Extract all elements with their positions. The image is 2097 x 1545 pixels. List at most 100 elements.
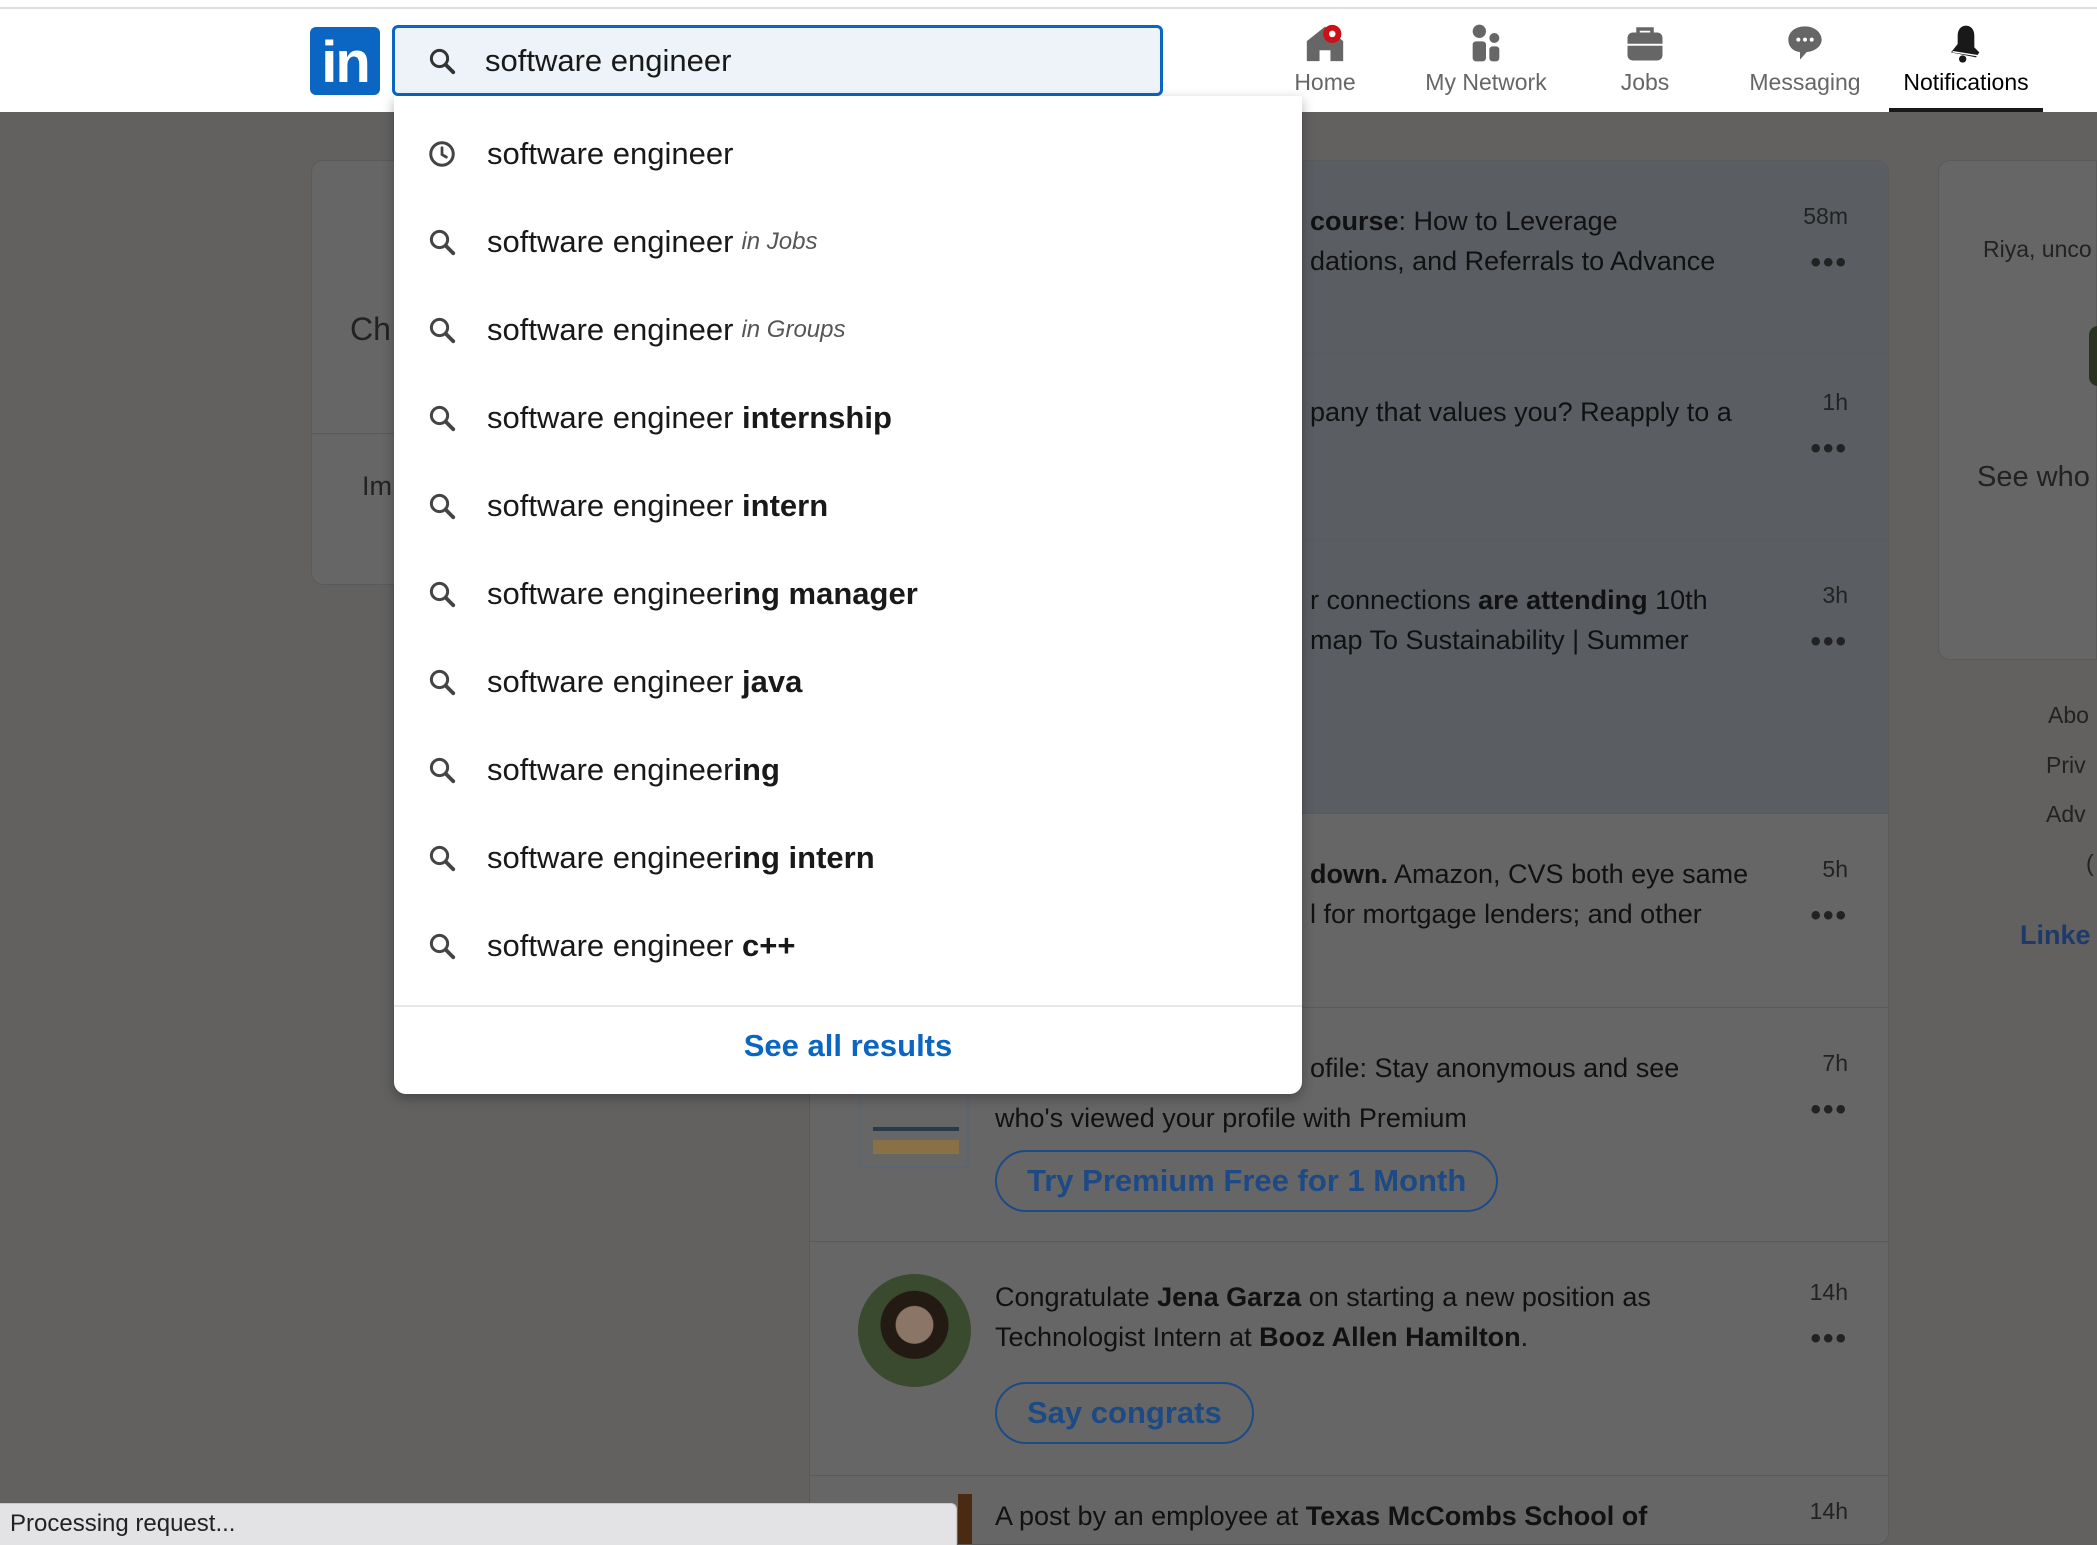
suggestion-text: software engineer [487,664,743,699]
notification-item[interactable]: A post by an employee at Texas McCombs S… [810,1476,1888,1544]
search-input[interactable] [485,42,1085,79]
search-icon [429,933,456,960]
suggestion-completion: java [742,664,803,699]
search-suggestion[interactable]: software engineer ing [394,726,1302,814]
suggestion-context: in Jobs [741,228,818,255]
notification-text: A post by an employee at [995,1501,1306,1531]
divider [394,1005,1302,1007]
nav-jobs[interactable]: Jobs [1565,9,1725,112]
more-options-icon[interactable]: ••• [1810,1322,1848,1356]
suggestion-completion: ing manager [733,576,918,611]
notification-text-bold: course [1310,206,1399,236]
suggestion-text: software engineer [487,400,743,435]
suggestion-completion: ing [733,752,780,787]
home-icon [1306,24,1344,62]
window-top-border [0,0,2097,9]
notification-time: 7h [1822,1050,1848,1076]
search-suggestion[interactable]: software engineer intern [394,462,1302,550]
search-suggestion[interactable]: software engineer [394,110,1302,198]
suggestion-text: software engineer [487,312,734,347]
notification-text: 10th [1647,585,1708,615]
notification-time: 3h [1822,582,1848,608]
nav-label: Messaging [1749,69,1861,95]
search-icon [429,229,456,256]
bell-icon [1951,25,1980,63]
notification-text: dations, and Referrals to Advance [1310,246,1716,276]
notification-text: on starting a new position as [1301,1282,1651,1312]
suggestion-text: software engineer [487,224,734,259]
search-icon [429,757,456,784]
search-icon [429,845,456,872]
try-premium-button[interactable]: Try Premium Free for 1 Month [995,1150,1499,1212]
search-icon [429,669,456,696]
search-suggestion[interactable]: software engineer c++ [394,902,1302,990]
more-options-icon[interactable]: ••• [1810,432,1848,466]
linkedin-logo[interactable]: in [310,27,380,95]
search-suggestion[interactable]: software engineer in Groups [394,286,1302,374]
suggestion-completion: c++ [742,928,796,963]
notification-text: r connections [1310,585,1479,615]
notification-text-bold: Booz Allen Hamilton [1259,1322,1521,1352]
notification-time: 14h [1809,1279,1848,1305]
notification-text-bold: Texas McCombs School of [1305,1501,1648,1531]
notification-time: 5h [1822,856,1848,882]
nav-label: Notifications [1903,69,2029,95]
footer-link-advertising[interactable]: Adv [2046,801,2086,828]
card-text[interactable]: Im [362,471,392,502]
people-icon [1472,24,1500,62]
notification-text: . [1520,1322,1529,1352]
footer-link-about[interactable]: Abo [2048,702,2089,729]
search-suggestions-dropdown: software engineer software engineer in Job… [394,96,1302,1094]
status-bar: Processing request... [0,1503,957,1545]
search-icon [429,317,456,344]
search-suggestion[interactable]: software engineer java [394,638,1302,726]
notification-text: ofile: Stay anonymous and see [1310,1053,1680,1083]
search-suggestion[interactable]: software engineer internship [394,374,1302,462]
notification-text: l for mortgage lenders; and other [1310,899,1702,929]
right-promo-card: Riya, unco See who [1938,160,2097,660]
footer-link-privacy[interactable]: Priv [2046,752,2086,779]
nav-my-network[interactable]: My Network [1406,9,1566,112]
notification-time: 58m [1803,203,1848,229]
suggestion-context: in Groups [741,316,846,343]
search-suggestion[interactable]: software engineer ing intern [394,814,1302,902]
more-options-icon[interactable]: ••• [1810,899,1848,933]
notification-text: Technologist Intern at [995,1322,1260,1352]
suggestion-text: software engineer [487,752,734,787]
search-icon [429,48,456,74]
suggestion-completion: intern [742,488,829,523]
suggestion-text: software engineer [487,576,734,611]
nav-label: Jobs [1620,69,1670,95]
notification-text: Congratulate [995,1282,1158,1312]
notification-item[interactable]: Congratulate Jena Garza on starting a ne… [810,1242,1888,1476]
search-suggestion[interactable]: software engineer ing manager [394,550,1302,638]
more-options-icon[interactable]: ••• [1810,1093,1848,1127]
post-thumbnail [958,1494,972,1544]
say-congrats-button[interactable]: Say congrats [995,1382,1254,1444]
avatar[interactable] [858,1274,971,1387]
notification-text: who's viewed your profile with Premium [995,1103,1467,1133]
linkedin-footer-logo: Linke [2020,920,2091,950]
nav-messaging[interactable]: Messaging [1725,9,1885,112]
search-suggestion[interactable]: software engineer in Jobs [394,198,1302,286]
more-options-icon[interactable]: ••• [1810,246,1848,280]
see-all-results-link[interactable]: See all results [394,1028,1302,1064]
notification-text-bold: are attending [1478,585,1648,615]
notification-text: pany that values you? Reapply to a [1310,397,1732,427]
notification-text: map To Sustainability | Summer [1310,625,1689,655]
notification-text: Amazon, CVS both eye same [1387,859,1749,889]
notification-text: : How to Leverage [1398,206,1618,236]
nav-label: My Network [1425,69,1547,95]
suggestion-completion: ing intern [733,840,875,875]
notification-text-bold: down. [1310,859,1388,889]
search-bar[interactable] [392,25,1163,96]
search-icon [429,405,456,432]
footer-link[interactable]: ( [2086,850,2094,877]
chat-icon [1788,26,1822,60]
nav-notifications[interactable]: Notifications [1886,9,2046,112]
suggestion-text: software engineer [487,840,734,875]
notification-time: 1h [1822,389,1848,415]
more-options-icon[interactable]: ••• [1810,625,1848,659]
card-text: Ch [350,311,391,347]
briefcase-icon [1627,27,1663,61]
